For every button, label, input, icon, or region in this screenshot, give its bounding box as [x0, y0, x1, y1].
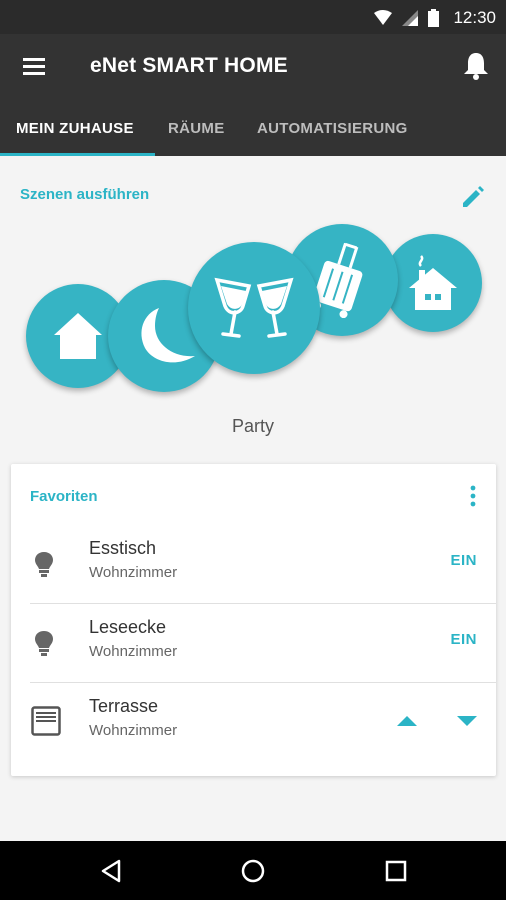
tab-mein-zuhause[interactable]: MEIN ZUHAUSE [16, 100, 134, 156]
more-vert-icon [470, 485, 476, 507]
scenes-title: Szenen ausführen [20, 186, 150, 203]
app-bar: eNet SMART HOME [0, 34, 506, 100]
tab-bar: MEIN ZUHAUSE RÄUME AUTOMATISIERUNG [0, 100, 506, 156]
scene-party[interactable] [188, 242, 320, 374]
favorites-more-button[interactable] [468, 484, 478, 508]
home-icon [54, 313, 102, 359]
favorite-room: Wohnzimmer [89, 722, 178, 739]
bell-icon [464, 53, 488, 80]
recents-icon[interactable] [383, 858, 409, 884]
menu-icon [23, 58, 45, 75]
favorite-row-leseecke[interactable]: Leseecke Wohnzimmer EIN [11, 603, 496, 681]
app-title: eNet SMART HOME [90, 54, 288, 77]
lightbulb-icon [35, 631, 53, 656]
favorite-row-terrasse[interactable]: Terrasse Wohnzimmer [11, 682, 496, 760]
toggle-on-button[interactable]: EIN [450, 631, 477, 648]
home-circle-icon[interactable] [240, 858, 266, 884]
battery-icon [428, 9, 440, 27]
main-content: Szenen ausführen Party Favoriten Esstisc… [0, 156, 506, 841]
pencil-icon [463, 186, 484, 207]
favorite-room: Wohnzimmer [89, 643, 178, 660]
status-icons: 12:30 [374, 6, 496, 30]
status-time: 12:30 [453, 8, 496, 27]
luggage-icon [312, 242, 363, 318]
tab-raeume[interactable]: RÄUME [168, 100, 225, 156]
status-bar: 12:30 [0, 0, 506, 34]
notifications-button[interactable] [462, 50, 490, 82]
blind-down-button[interactable] [457, 716, 477, 726]
favorite-name: Esstisch [89, 538, 157, 558]
wifi-icon [374, 10, 393, 25]
edit-scenes-button[interactable] [460, 184, 486, 210]
favorites-title: Favoriten [30, 488, 98, 505]
scene-coming-home[interactable] [384, 234, 482, 332]
favorite-room: Wohnzimmer [89, 564, 178, 581]
tab-automatisierung[interactable]: AUTOMATISIERUNG [257, 100, 408, 156]
system-nav-bar [0, 841, 506, 900]
toggle-on-button[interactable]: EIN [450, 552, 477, 569]
lightbulb-icon [35, 552, 53, 577]
blind-up-button[interactable] [397, 716, 417, 726]
favorite-row-esstisch[interactable]: Esstisch Wohnzimmer EIN [11, 524, 496, 602]
house-chimney-icon [409, 255, 457, 310]
favorite-name: Leseecke [89, 617, 167, 637]
signal-icon [402, 10, 419, 26]
selected-scene-label: Party [231, 416, 274, 436]
favorite-name: Terrasse [89, 696, 159, 716]
menu-button[interactable] [20, 52, 50, 82]
favorites-card: Favoriten Esstisch Wohnzimmer EIN Leseec… [11, 464, 496, 776]
blind-icon [31, 706, 61, 736]
back-icon[interactable] [99, 858, 125, 884]
wine-glasses-icon [214, 277, 294, 338]
